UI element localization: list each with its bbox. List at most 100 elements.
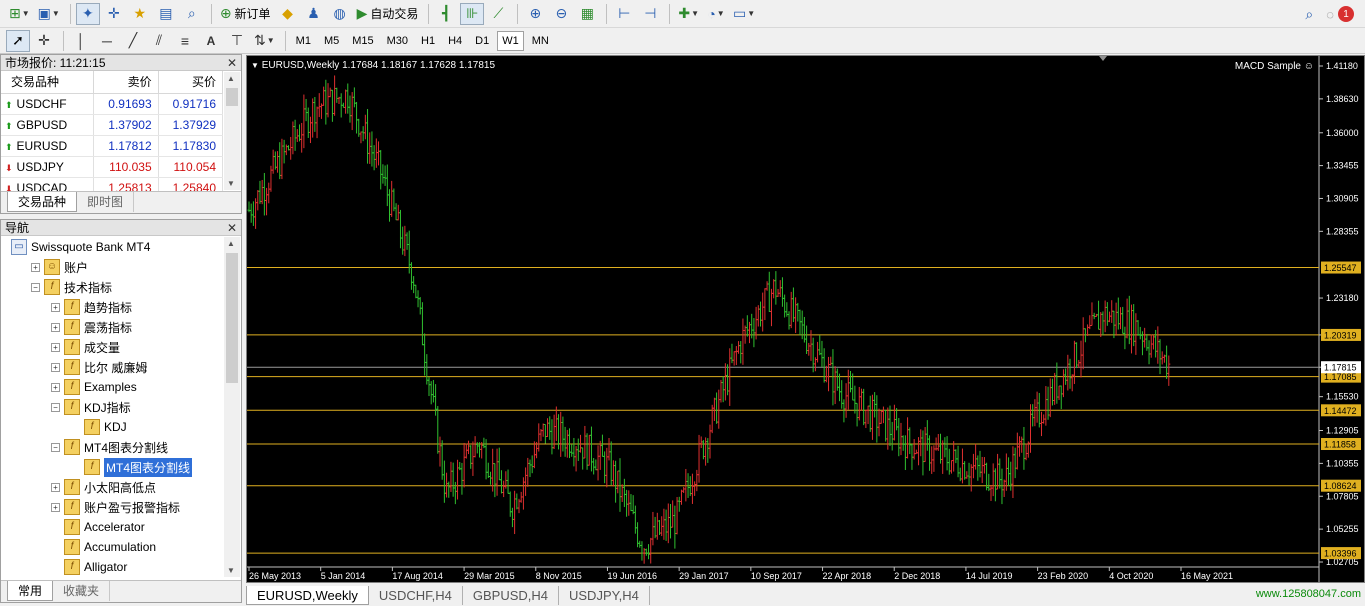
navigator-item[interactable]: + f 账户盈亏报警指标 — [1, 497, 225, 517]
terminal-icon[interactable]: ▤ — [154, 3, 178, 25]
navigator-item[interactable]: f MT4图表分割线 — [1, 457, 225, 477]
timeframe-button-d1[interactable]: D1 — [470, 31, 494, 51]
expand-icon[interactable]: + — [51, 302, 60, 312]
navigator-icon[interactable]: ★ — [128, 3, 152, 25]
traders-icon[interactable]: ♟ — [302, 3, 326, 25]
timeframe-button-m30[interactable]: M30 — [382, 31, 413, 51]
text-label-icon[interactable]: ⊤ — [225, 30, 249, 52]
chart-tab[interactable]: USDCHF,H4 — [369, 586, 463, 605]
market-watch-icon[interactable]: ✦ — [75, 2, 100, 25]
search-icon[interactable]: ⌕ — [1297, 3, 1321, 25]
table-row[interactable]: ⬆ GBPUSD 1.37902 1.37929 — [1, 114, 224, 136]
text-icon[interactable]: A — [199, 30, 223, 52]
auto-trading-button[interactable]: ▶ 自动交易 — [354, 3, 422, 25]
navigator-item[interactable]: − f MT4图表分割线 — [1, 437, 225, 457]
navigator-item[interactable]: − f KDJ指标 — [1, 397, 225, 417]
chart-menu-icon[interactable]: ▼ — [251, 61, 259, 70]
navigator-item[interactable]: f Alligator — [1, 557, 225, 577]
chart-shift-marker[interactable] — [1099, 56, 1107, 61]
navigator-item[interactable]: f Accelerator — [1, 517, 225, 537]
fibonacci-icon[interactable]: ≡ — [173, 30, 197, 52]
scroll-thumb[interactable] — [226, 253, 238, 383]
chart-shift-icon[interactable]: ⊣ — [638, 3, 662, 25]
expand-icon[interactable]: + — [31, 262, 40, 272]
close-icon[interactable]: ✕ — [227, 220, 237, 236]
scroll-thumb[interactable] — [226, 88, 238, 106]
metaeditor-icon[interactable]: ◆ — [276, 3, 300, 25]
new-chart-icon[interactable]: ⊞ ▼ — [6, 3, 33, 25]
price-chart[interactable]: 1.41180 1.38630 1.36000 1.33455 1.30905 1.283… — [247, 56, 1364, 582]
timeframe-button-m5[interactable]: M5 — [319, 31, 344, 51]
chart-window[interactable]: 1.41180 1.38630 1.36000 1.33455 1.30905 1.283… — [246, 55, 1365, 583]
strategy-tester-icon[interactable]: ⌕ — [180, 3, 204, 25]
horizontal-line-icon[interactable]: ─ — [95, 30, 119, 52]
trendline-icon[interactable]: ╱ — [121, 30, 145, 52]
tab-tick-chart[interactable]: 即时图 — [77, 192, 135, 212]
candlestick-icon[interactable]: ⊪ — [460, 2, 485, 25]
tile-windows-icon[interactable]: ▦ — [575, 3, 599, 25]
market-watch-scrollbar[interactable]: ▲ ▼ — [224, 72, 240, 190]
line-chart-icon[interactable]: ⟋ — [486, 3, 510, 25]
timeframe-button-mn[interactable]: MN — [527, 31, 554, 51]
column-header-bid[interactable]: 卖价 — [93, 71, 159, 94]
crosshair-icon[interactable]: ✛ — [32, 30, 56, 52]
zoom-out-icon[interactable]: ⊖ — [549, 3, 573, 25]
scroll-up-icon[interactable]: ▲ — [227, 239, 235, 248]
collapse-icon[interactable]: − — [51, 442, 60, 452]
table-row[interactable]: ⬆ EURUSD 1.17812 1.17830 — [1, 135, 224, 157]
navigator-item[interactable]: f KDJ — [1, 417, 225, 437]
templates-icon[interactable]: ▭ ▼ — [730, 3, 758, 25]
new-order-button[interactable]: ⊕ 新订单 — [217, 3, 274, 25]
profiles-icon[interactable]: ▣ ▼ — [35, 3, 63, 25]
scroll-up-icon[interactable]: ▲ — [227, 74, 235, 83]
arrows-icon[interactable]: ⇅ ▼ — [251, 30, 278, 52]
data-window-icon[interactable]: ✛ — [102, 3, 126, 25]
chart-tab[interactable]: USDJPY,H4 — [559, 586, 650, 605]
auto-scroll-icon[interactable]: ⊢ — [612, 3, 636, 25]
expand-icon[interactable]: + — [51, 342, 60, 352]
navigator-item[interactable]: f Accumulation — [1, 537, 225, 557]
equidistant-channel-icon[interactable]: ⫽ — [147, 30, 171, 52]
collapse-icon[interactable]: − — [51, 402, 60, 412]
tab-common[interactable]: 常用 — [7, 581, 54, 601]
tab-symbols[interactable]: 交易品种 — [7, 192, 78, 212]
timeframe-button-h1[interactable]: H1 — [416, 31, 440, 51]
scroll-down-icon[interactable]: ▼ — [227, 179, 235, 188]
chart-tab[interactable]: GBPUSD,H4 — [463, 586, 559, 605]
bar-chart-icon[interactable]: ┫ — [434, 3, 458, 25]
close-icon[interactable]: ✕ — [227, 55, 237, 71]
chart-tab[interactable]: EURUSD,Weekly — [246, 586, 369, 605]
tab-favorites[interactable]: 收藏夹 — [53, 581, 111, 601]
navigator-item[interactable]: + ☺ 账户 — [1, 257, 225, 277]
timeframe-button-h4[interactable]: H4 — [443, 31, 467, 51]
column-header-symbol[interactable]: 交易品种 — [1, 71, 95, 94]
scroll-down-icon[interactable]: ▼ — [227, 566, 235, 575]
timeframe-button-w1[interactable]: W1 — [497, 30, 524, 51]
table-row[interactable]: ⬇ USDJPY 110.035 110.054 — [1, 156, 224, 178]
periods-icon[interactable]: ◔ ▼ — [704, 3, 728, 25]
navigator-item[interactable]: + f 成交量 — [1, 337, 225, 357]
timeframe-button-m1[interactable]: M1 — [291, 31, 316, 51]
expand-icon[interactable]: + — [51, 322, 60, 332]
zoom-in-icon[interactable]: ⊕ — [523, 3, 547, 25]
expand-icon[interactable]: + — [51, 362, 60, 372]
vertical-line-icon[interactable]: │ — [69, 30, 93, 52]
table-row[interactable]: ⬆ USDCHF 0.91693 0.91716 — [1, 93, 224, 115]
indicators-icon[interactable]: ✚ ▼ — [675, 3, 702, 25]
expand-icon[interactable]: + — [51, 482, 60, 492]
expand-icon[interactable]: + — [51, 382, 60, 392]
collapse-icon[interactable]: − — [31, 282, 40, 292]
market-icon[interactable]: ◍ — [328, 3, 352, 25]
navigator-item[interactable]: − f 技术指标 — [1, 277, 225, 297]
column-header-ask[interactable]: 买价 — [158, 71, 224, 94]
cursor-icon[interactable]: ➚ — [6, 29, 30, 52]
navigator-item[interactable]: + f 小太阳高低点 — [1, 477, 225, 497]
navigator-item[interactable]: + f 比尔 威廉姆 — [1, 357, 225, 377]
notifications-button[interactable]: ◌ 1 — [1323, 3, 1357, 25]
timeframe-button-m15[interactable]: M15 — [347, 31, 378, 51]
expand-icon[interactable]: + — [51, 502, 60, 512]
navigator-scrollbar[interactable]: ▲ ▼ — [224, 237, 240, 577]
navigator-item[interactable]: + f Examples — [1, 377, 225, 397]
navigator-item[interactable]: ▭ Swissquote Bank MT4 — [1, 237, 225, 257]
navigator-item[interactable]: + f 震荡指标 — [1, 317, 225, 337]
